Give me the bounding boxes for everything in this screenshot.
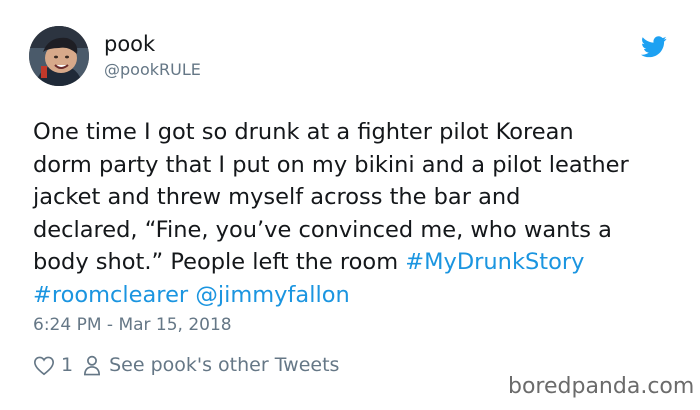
see-other-tweets-link[interactable]: See pook's other Tweets (109, 354, 339, 376)
user-handle[interactable]: @pookRULE (104, 62, 201, 78)
avatar[interactable] (29, 26, 89, 86)
person-icon (84, 355, 101, 375)
tweet-card: pook @pookRULE One time I got so drunk a… (0, 0, 700, 410)
tweet-actions: 1 See pook's other Tweets (33, 354, 339, 376)
heart-icon[interactable] (33, 355, 55, 376)
like-count: 1 (61, 354, 74, 376)
hashtag-link[interactable]: #roomclearer (33, 282, 188, 308)
tweet-line: jacket and threw myself across the bar a… (33, 184, 521, 211)
tweet-line: One time I got so drunk at a fighter pil… (33, 119, 574, 145)
tweet-timestamp[interactable]: 6:24 PM - Mar 15, 2018 (33, 317, 232, 334)
boredpanda-watermark: boredpanda.com (508, 374, 695, 399)
tweet-line: dorm party that I put on my bikini and a… (33, 151, 629, 178)
tweet-text: One time I got so drunk at a fighter pil… (33, 116, 683, 312)
tweet-line: declared, “Fine, you’ve convinced me, wh… (33, 216, 612, 243)
display-name[interactable]: pook (104, 34, 155, 55)
hashtag-link[interactable]: #MyDrunkStory (405, 249, 584, 275)
tweet-line: body shot.” People left the room (33, 249, 406, 276)
mention-link[interactable]: @jimmyfallon (195, 282, 349, 308)
twitter-bird-icon[interactable] (641, 36, 667, 58)
